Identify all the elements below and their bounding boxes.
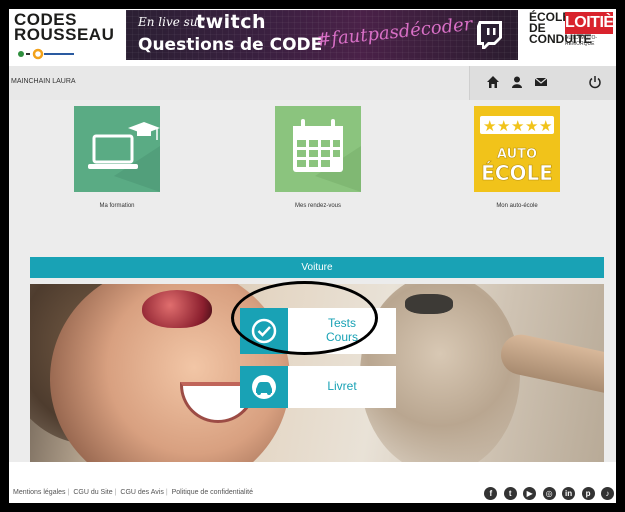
- twitter-icon[interactable]: t: [503, 487, 517, 500]
- facebook-icon[interactable]: f: [484, 487, 498, 500]
- tile-label: Mes rendez-vous: [294, 203, 342, 209]
- voiture-title: Voiture: [30, 257, 604, 278]
- power-icon[interactable]: [588, 75, 602, 89]
- pinterest-icon[interactable]: p: [581, 487, 595, 500]
- banner-twitch: twitch: [196, 11, 267, 33]
- username: MAINCHAIN LAURA: [11, 78, 76, 85]
- banner-en-live: En live sur: [138, 15, 204, 29]
- livret-button[interactable]: Livret: [240, 366, 396, 408]
- auto-badge-line2: ÉCOLE: [481, 161, 553, 185]
- footer: Mentions légales | CGU du Site | CGU des A…: [9, 485, 616, 503]
- mail-icon[interactable]: [534, 75, 548, 89]
- auto-badge-line1: AUTO: [497, 147, 537, 162]
- ecole-loitiere-logo[interactable]: ÉCOLE DE CONDUITE LOITIÈRE AUTO-MOTO-REM…: [529, 10, 616, 58]
- tile-label: Mon auto-école: [496, 203, 538, 209]
- banner-questions: Questions de CODE: [138, 35, 323, 55]
- tiktok-icon[interactable]: ♪: [601, 487, 614, 500]
- logo-ecole-sub: AUTO-MOTO-REMORQUE: [565, 35, 598, 47]
- svg-text:★: ★: [525, 117, 538, 135]
- codes-rousseau-logo[interactable]: CODES ROUSSEAU: [14, 11, 115, 60]
- logo-line2: ROUSSEAU: [14, 25, 115, 44]
- footer-link-politique[interactable]: Politique de confidentialité: [172, 489, 253, 496]
- auto-ecole-rating-icon: ★ ★ ★ ★ ★ AUTO ÉCOLE: [474, 106, 560, 192]
- tile-mon-auto-ecole[interactable]: ★ ★ ★ ★ ★ AUTO ÉCOLE Mon auto-école: [467, 106, 567, 216]
- user-icon[interactable]: [510, 75, 524, 89]
- tile-label: Ma formation: [99, 203, 135, 209]
- footer-link-cgu-site[interactable]: CGU du Site: [73, 489, 112, 496]
- user-bar: MAINCHAIN LAURA: [9, 66, 616, 100]
- page-frame: CODES ROUSSEAU En live sur twitch Questi…: [9, 9, 616, 503]
- calendar-icon: [275, 106, 361, 192]
- logo-ecole-left: ÉCOLE DE CONDUITE: [529, 10, 592, 46]
- footer-links: Mentions légales | CGU du Site | CGU des A…: [13, 489, 253, 496]
- logo-dots-icon: [18, 48, 74, 60]
- svg-text:★: ★: [539, 117, 552, 135]
- youtube-icon[interactable]: ▶: [523, 487, 537, 500]
- annotation-circle: [231, 281, 378, 355]
- home-icon[interactable]: [486, 75, 500, 89]
- tile-mes-rendez-vous[interactable]: Mes rendez-vous: [268, 106, 368, 216]
- social-links: f t ▶ ◎ in p ♪: [482, 487, 614, 501]
- dashboard-tiles: Ma formation Mes rendez-vous ★ ★ ★ ★ ★ A…: [9, 100, 616, 232]
- twitch-banner[interactable]: En live sur twitch Questions de CODE #fa…: [126, 10, 518, 60]
- header: CODES ROUSSEAU En live sur twitch Questi…: [9, 9, 616, 64]
- car-icon: [252, 375, 276, 399]
- footer-link-cgu-avis[interactable]: CGU des Avis: [120, 489, 163, 496]
- instagram-icon[interactable]: ◎: [542, 487, 556, 500]
- user-actions: [469, 66, 616, 100]
- livret-label: Livret: [327, 379, 357, 393]
- tile-ma-formation[interactable]: Ma formation: [67, 106, 167, 216]
- svg-text:★: ★: [511, 117, 524, 135]
- logo-ecole-right: LOITIÈRE: [565, 12, 616, 34]
- laptop-graduation-icon: [74, 106, 160, 192]
- twitch-icon: [477, 21, 502, 49]
- linkedin-icon[interactable]: in: [562, 487, 576, 500]
- sunglasses-shape: [142, 290, 212, 328]
- footer-link-mentions[interactable]: Mentions légales: [13, 489, 66, 496]
- svg-text:★: ★: [483, 117, 496, 135]
- svg-text:★: ★: [497, 117, 510, 135]
